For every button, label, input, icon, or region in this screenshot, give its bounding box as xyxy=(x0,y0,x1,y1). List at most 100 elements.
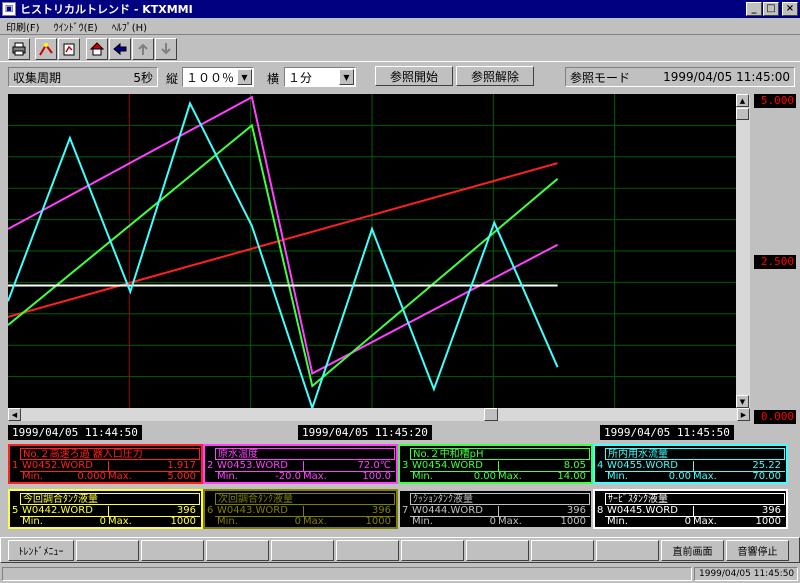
horiz-label: 横 xyxy=(267,72,280,86)
next-page-button[interactable] xyxy=(155,38,177,60)
panel-number: 3 xyxy=(402,460,409,471)
app-icon: ▣ xyxy=(2,2,16,16)
control-bar: 収集周期 5秒 縦 １００％ ▼ 横 １分 ▼ 参照開始 参照解除 参照モード … xyxy=(0,63,800,91)
function-key-7[interactable] xyxy=(401,540,464,561)
panel-max-value: 70.00 xyxy=(752,471,781,482)
tag-panel-7[interactable]: 7 ｸｯｼｮﾝﾀﾝｸ液量 W0444.WORD 396 Min. 0 Max. 1000 xyxy=(398,489,593,529)
menu-print[interactable]: 印刷(F) xyxy=(6,19,40,34)
function-key-4[interactable] xyxy=(206,540,269,561)
panel-range-row: Min. 0 Max. 1000 xyxy=(20,517,200,528)
panel-max-value: 1000 xyxy=(755,516,781,527)
trend-settings-icon xyxy=(63,43,75,56)
panel-min-label: Min. xyxy=(607,471,628,482)
tag-panel-6[interactable]: 6 次回調合ﾀﾝｸ液量 W0443.WORD 396 Min. 0 Max. 1000 xyxy=(203,489,398,529)
ref-mode-label: 参照モード xyxy=(570,70,631,85)
back-icon xyxy=(113,42,127,56)
function-key-2[interactable] xyxy=(76,540,139,561)
function-key-1[interactable]: ﾄﾚﾝﾄﾞﾒﾆｭｰ xyxy=(8,540,74,561)
tag-panel-4[interactable]: 4 所内用水流量 W0455.WORD 25.22 Min. 0.00 Max. 70.00 xyxy=(593,444,788,484)
panel-min-value: 0.00 xyxy=(473,471,496,482)
print-button[interactable] xyxy=(8,38,30,60)
function-key-3[interactable] xyxy=(141,540,204,561)
home-button[interactable] xyxy=(86,38,108,60)
panel-tag-address: W0452.WORD xyxy=(22,460,93,471)
ref-mode: 参照モード 1999/04/05 11:45:00 xyxy=(565,67,795,87)
close-button[interactable]: × xyxy=(782,2,798,16)
vertical-scroll-thumb[interactable] xyxy=(736,108,749,120)
status-pane-main xyxy=(2,567,692,581)
panel-range-row: Min. 0.00 Max. 14.00 xyxy=(410,472,590,483)
scroll-down-icon[interactable]: ▼ xyxy=(736,395,749,408)
panel-tag-address: W0442.WORD xyxy=(22,505,93,516)
tag-panel-1[interactable]: 1 No.２高速ろ過 器入口圧力 W0452.WORD 1.917 Min. 0.000 M… xyxy=(8,444,203,484)
panel-max-value: 1000 xyxy=(365,516,391,527)
scroll-up-icon[interactable]: ▲ xyxy=(736,94,749,107)
panel-range-row: Min. 0 Max. 1000 xyxy=(605,517,785,528)
trend-edit-button[interactable] xyxy=(35,38,57,60)
horizontal-scroll-thumb[interactable] xyxy=(484,408,498,421)
panel-number: 2 xyxy=(207,460,214,471)
panel-max-value: 14.00 xyxy=(557,471,586,482)
panel-min-value: 0.000 xyxy=(77,471,106,482)
panel-min-label: Min. xyxy=(412,471,433,482)
menu-window[interactable]: ｳｲﾝﾄﾞｳ(E) xyxy=(54,19,98,34)
panel-current-value: 396 xyxy=(371,505,391,516)
panel-tag-name: 今回調合ﾀﾝｸ液量 xyxy=(20,493,200,505)
panel-current-value: 1.917 xyxy=(167,460,196,471)
panel-tag-address: W0453.WORD xyxy=(217,460,288,471)
panel-range-row: Min. 0.000 Max. 5.000 xyxy=(20,472,200,483)
panel-min-value: 0 xyxy=(294,516,301,527)
y-tick-min: 0.000 xyxy=(754,410,796,424)
panel-min-label: Min. xyxy=(412,516,433,527)
trend-settings-button[interactable] xyxy=(58,38,80,60)
panel-min-label: Min. xyxy=(22,471,43,482)
menu-help[interactable]: ﾍﾙﾌﾟ(H) xyxy=(112,19,147,34)
panel-current-value: 396 xyxy=(761,505,781,516)
panel-max-value: 1000 xyxy=(560,516,586,527)
panel-tag-address: W0444.WORD xyxy=(412,505,483,516)
tag-panel-5[interactable]: 5 今回調合ﾀﾝｸ液量 W0442.WORD 396 Min. 0 Max. 1000 xyxy=(8,489,203,529)
panel-tag-address: W0445.WORD xyxy=(607,505,678,516)
status-time: 1999/04/05 11:45:50 xyxy=(694,567,798,581)
tag-panel-2[interactable]: 2 原水温度 W0453.WORD 72.0℃ Min. -20.0 Max. 100.0 xyxy=(203,444,398,484)
function-key-10[interactable] xyxy=(596,540,659,561)
function-key-8[interactable] xyxy=(466,540,529,561)
ref-start-button[interactable]: 参照開始 xyxy=(375,66,453,86)
panel-max-label: Max. xyxy=(108,471,132,482)
tag-panel-8[interactable]: 8 ｻｰﾋﾞｽﾀﾝｸ液量 W0445.WORD 396 Min. 0 Max. 1000 xyxy=(593,489,788,529)
panel-max-value: 5.000 xyxy=(167,471,196,482)
function-key-5[interactable] xyxy=(271,540,334,561)
home-icon xyxy=(89,42,105,56)
horiz-scale-select[interactable]: １分 ▼ xyxy=(284,67,356,87)
panel-tag-address: W0454.WORD xyxy=(412,460,483,471)
scroll-right-icon[interactable]: ▶ xyxy=(737,408,750,421)
panel-max-label: Max. xyxy=(693,471,717,482)
panel-min-label: Min. xyxy=(607,516,628,527)
tag-panel-3[interactable]: 3 No.２中和槽pH W0454.WORD 8.05 Min. 0.00 Max. 14.0… xyxy=(398,444,593,484)
time-label-start: 1999/04/05 11:44:50 xyxy=(8,425,142,440)
print-icon xyxy=(12,42,26,56)
maximize-button[interactable]: □ xyxy=(763,2,779,16)
horizontal-scrollbar[interactable]: ◀ ▶ xyxy=(8,408,750,421)
prev-page-button[interactable] xyxy=(132,38,154,60)
ref-cancel-button[interactable]: 参照解除 xyxy=(456,66,534,86)
function-key-11[interactable]: 直前画面 xyxy=(661,540,724,561)
chevron-down-icon[interactable]: ▼ xyxy=(237,69,252,85)
function-key-6[interactable] xyxy=(336,540,399,561)
function-key-12[interactable]: 音響停止 xyxy=(726,540,789,561)
chevron-down-icon[interactable]: ▼ xyxy=(339,69,354,85)
minimize-button[interactable]: _ xyxy=(746,2,762,16)
scroll-left-icon[interactable]: ◀ xyxy=(8,408,21,421)
panel-current-value: 396 xyxy=(176,505,196,516)
back-button[interactable] xyxy=(109,38,131,60)
series-line-2 xyxy=(7,95,559,375)
panel-min-value: 0 xyxy=(684,516,691,527)
menu-bar: 印刷(F) ｳｲﾝﾄﾞｳ(E) ﾍﾙﾌﾟ(H) xyxy=(0,18,800,34)
y-tick-mid: 2.500 xyxy=(754,255,796,269)
vertical-scrollbar[interactable]: ▲ ▼ xyxy=(736,94,750,408)
panel-max-value: 1000 xyxy=(170,516,196,527)
function-key-9[interactable] xyxy=(531,540,594,561)
vert-scale-select[interactable]: １００％ ▼ xyxy=(182,67,254,87)
panel-max-label: Max. xyxy=(498,516,522,527)
vert-label: 縦 xyxy=(166,72,179,86)
